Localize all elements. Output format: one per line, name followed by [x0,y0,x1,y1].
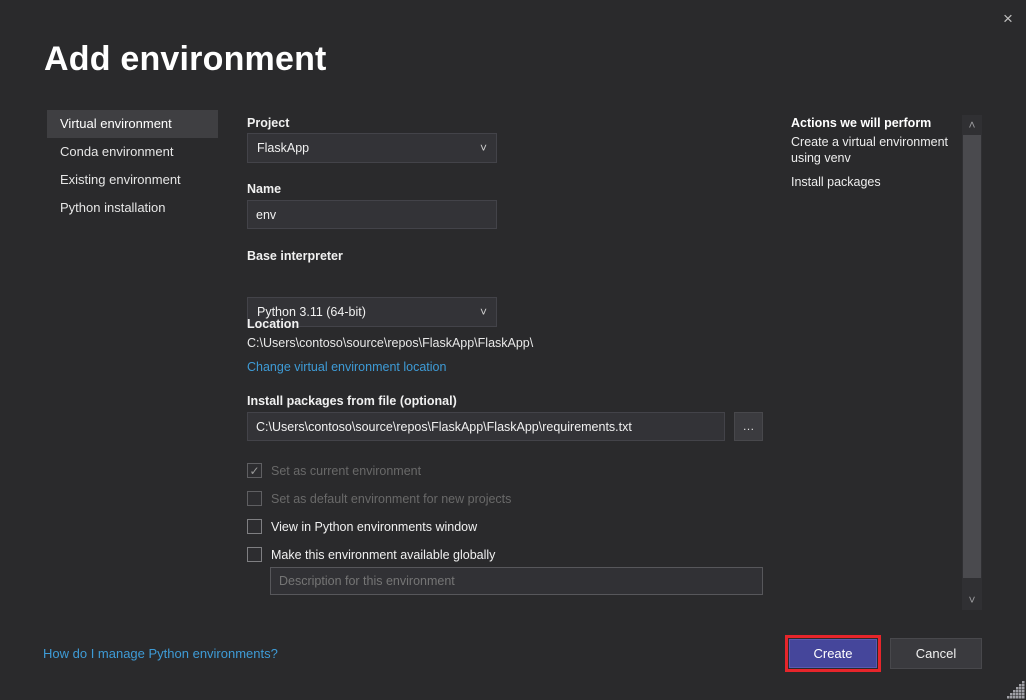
sidebar-item-virtual-environment[interactable]: Virtual environment [47,110,218,138]
checkbox-row-available-globally: Make this environment available globally [247,547,495,562]
actions-panel-item: Create a virtual environment using venv [791,134,955,166]
project-dropdown[interactable]: FlaskApp ˅ [247,133,497,163]
set-current-environment-checkbox[interactable]: ✓ [247,463,262,478]
project-label: Project [247,116,289,130]
chevron-down-icon: ˅ [480,134,487,162]
vertical-scrollbar[interactable]: ˄ ˅ [962,115,982,610]
cancel-button[interactable]: Cancel [890,638,982,669]
chevron-down-icon: ˅ [480,298,487,326]
location-label: Location [247,317,299,331]
install-packages-label: Install packages from file (optional) [247,394,457,408]
set-default-environment-checkbox[interactable] [247,491,262,506]
create-button-highlight: Create [785,635,881,672]
scroll-up-icon[interactable]: ˄ [962,115,982,135]
project-dropdown-value: FlaskApp [257,141,309,155]
actions-panel: Actions we will perform Create a virtual… [791,116,955,190]
resize-grip-icon[interactable] [1007,681,1025,699]
checkbox-row-view-window: View in Python environments window [247,519,477,534]
set-default-environment-label: Set as default environment for new proje… [271,492,511,506]
base-interpreter-label: Base interpreter [247,249,343,263]
create-button[interactable]: Create [789,639,877,668]
change-location-link[interactable]: Change virtual environment location [247,360,446,374]
requirements-file-input[interactable] [247,412,725,441]
available-globally-label: Make this environment available globally [271,548,495,562]
name-input[interactable] [247,200,497,229]
scroll-down-icon[interactable]: ˅ [962,590,982,610]
close-icon[interactable]: × [996,8,1020,30]
browse-file-button[interactable]: … [734,412,763,441]
manage-environments-help-link[interactable]: How do I manage Python environments? [43,646,278,661]
sidebar-item-conda-environment[interactable]: Conda environment [47,138,218,166]
view-environments-window-label: View in Python environments window [271,520,477,534]
page-title: Add environment [44,40,327,79]
checkbox-row-set-default: Set as default environment for new proje… [247,491,511,506]
name-label: Name [247,182,281,196]
available-globally-checkbox[interactable] [247,547,262,562]
checkmark-icon: ✓ [249,464,259,478]
actions-panel-item: Install packages [791,174,955,190]
environment-type-list: Virtual environment Conda environment Ex… [47,110,218,222]
scrollbar-thumb[interactable] [963,135,981,578]
set-current-environment-label: Set as current environment [271,464,421,478]
actions-panel-title: Actions we will perform [791,116,955,130]
view-environments-window-checkbox[interactable] [247,519,262,534]
location-path: C:\Users\contoso\source\repos\FlaskApp\F… [247,336,533,350]
sidebar-item-existing-environment[interactable]: Existing environment [47,166,218,194]
description-input[interactable] [270,567,763,595]
checkbox-row-set-current: ✓ Set as current environment [247,463,421,478]
sidebar-item-python-installation[interactable]: Python installation [47,194,218,222]
